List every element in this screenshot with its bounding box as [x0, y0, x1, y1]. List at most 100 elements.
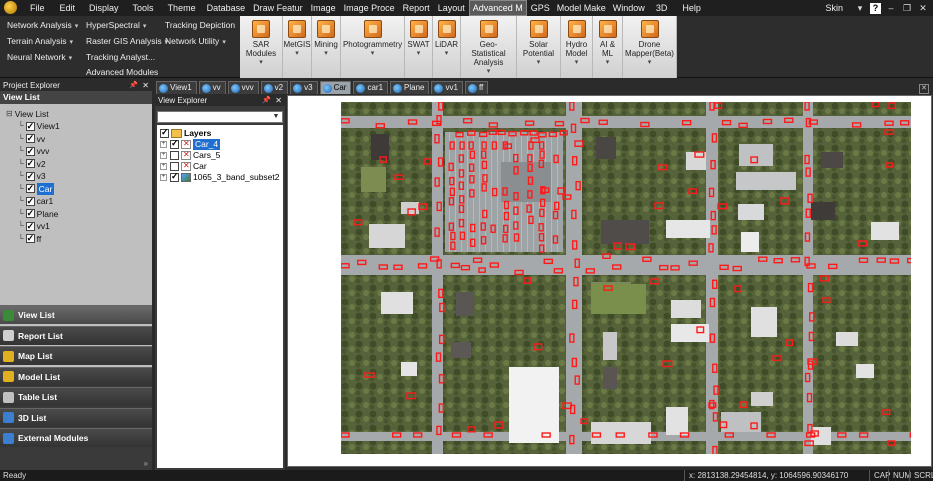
- menu-item-10[interactable]: Layout: [434, 0, 469, 16]
- close-panel-icon[interactable]: ✕: [275, 95, 282, 106]
- menu-item-7[interactable]: Image: [307, 0, 340, 16]
- layer-checkbox[interactable]: [170, 151, 179, 160]
- close-panel-icon[interactable]: ✕: [142, 80, 149, 91]
- expand-icon[interactable]: +: [160, 163, 167, 170]
- ribbon-tool-7[interactable]: Solar Potential ▾: [517, 16, 561, 78]
- ribbon-command-7[interactable]: Tracking Analyst...: [86, 52, 155, 62]
- view-tab[interactable]: ff: [464, 81, 489, 94]
- view-list-item[interactable]: └View1: [18, 120, 60, 132]
- ribbon-tool-6[interactable]: Geo-Statistical Analysis ▾: [461, 16, 517, 78]
- layer-checkbox[interactable]: [170, 162, 179, 171]
- menu-item-6[interactable]: Draw Featur: [249, 0, 307, 16]
- view-tab[interactable]: v3: [290, 81, 318, 94]
- ribbon-tool-4[interactable]: SWAT ▾: [405, 16, 433, 78]
- menu-item-13[interactable]: Model Make: [554, 0, 609, 16]
- ribbon-command-3[interactable]: Terrain Analysis ▾: [7, 36, 73, 46]
- tree-root-view-list[interactable]: ⊟ View List: [6, 108, 49, 120]
- view-list-item[interactable]: └vvv: [18, 145, 49, 157]
- ribbon-command-4[interactable]: Raster GIS Analysis ▾: [86, 36, 168, 46]
- ribbon-command-5[interactable]: Network Utility ▾: [165, 36, 226, 46]
- ribbon-tool-9[interactable]: AI & ML ▾: [593, 16, 623, 78]
- ribbon-command-8[interactable]: Advanced Modules: [86, 67, 158, 77]
- view-list-item[interactable]: └vv: [18, 132, 45, 145]
- expand-icon[interactable]: +: [160, 174, 167, 181]
- view-list-item[interactable]: └ff: [18, 232, 41, 245]
- menu-item-11[interactable]: Advanced M: [468, 0, 527, 16]
- view-tab[interactable]: Plane: [390, 81, 430, 94]
- menu-item-3[interactable]: Tools: [126, 0, 161, 16]
- ribbon-tool-10[interactable]: Drone Mapper(Beta) ▾: [623, 16, 677, 78]
- menu-item-4[interactable]: Theme: [161, 0, 203, 16]
- view-checkbox[interactable]: [25, 220, 35, 232]
- menu-item-16[interactable]: Help: [674, 0, 709, 16]
- map-canvas[interactable]: [341, 102, 911, 454]
- ribbon-command-1[interactable]: HyperSpectral ▾: [86, 20, 146, 30]
- pin-icon[interactable]: 📌: [129, 80, 138, 91]
- view-checkbox[interactable]: [25, 195, 35, 207]
- chevron-down-icon[interactable]: ▼: [271, 112, 281, 122]
- view-list-item[interactable]: └car1: [18, 195, 53, 207]
- list-button-4[interactable]: Table List: [0, 387, 152, 406]
- view-list-item[interactable]: └v3: [18, 170, 46, 182]
- view-checkbox[interactable]: [25, 132, 35, 144]
- minimize-icon[interactable]: –: [885, 2, 897, 14]
- menu-item-2[interactable]: Display: [82, 0, 126, 16]
- view-checkbox[interactable]: [25, 182, 35, 194]
- ribbon-command-2[interactable]: Tracking Depiction: [165, 20, 235, 30]
- expand-panel-icon[interactable]: »: [144, 459, 148, 468]
- list-button-1[interactable]: Report List: [0, 325, 152, 345]
- menu-item-5[interactable]: Database: [203, 0, 250, 16]
- pin-icon[interactable]: 📌: [262, 95, 271, 106]
- menu-item-14[interactable]: Window: [609, 0, 649, 16]
- view-tab[interactable]: Car: [319, 81, 352, 94]
- menu-item-1[interactable]: Edit: [53, 0, 83, 16]
- view-tab[interactable]: View1: [156, 81, 197, 94]
- view-checkbox[interactable]: [25, 170, 35, 182]
- view-tab[interactable]: vvv: [227, 81, 259, 94]
- ribbon-tool-5[interactable]: LiDAR ▾: [433, 16, 461, 78]
- menu-item-0[interactable]: File: [22, 0, 53, 16]
- view-tab[interactable]: vv: [198, 81, 226, 94]
- expand-icon[interactable]: +: [160, 152, 167, 159]
- expand-icon[interactable]: +: [160, 141, 167, 148]
- close-tab-icon[interactable]: ✕: [919, 84, 929, 94]
- list-button-6[interactable]: External Modules: [0, 428, 152, 447]
- ribbon-tool-8[interactable]: Hydro Model ▾: [561, 16, 593, 78]
- view-checkbox[interactable]: [25, 207, 35, 219]
- help-icon[interactable]: ?: [870, 2, 881, 14]
- skin-dropdown-icon[interactable]: ▾: [854, 2, 866, 14]
- ribbon-tool-1[interactable]: MetGIS ▾: [283, 16, 312, 78]
- layer-item[interactable]: +1065_3_band_subset2: [160, 171, 280, 183]
- view-list-item[interactable]: └vv1: [18, 220, 50, 232]
- list-button-2[interactable]: Map List: [0, 346, 152, 365]
- view-tab[interactable]: v2: [260, 81, 289, 94]
- view-tab[interactable]: vv1: [431, 81, 463, 94]
- ribbon-tool-2[interactable]: Mining ▾: [312, 16, 341, 78]
- view-checkbox[interactable]: [25, 232, 35, 244]
- layer-checkbox[interactable]: [170, 171, 179, 182]
- menu-item-15[interactable]: 3D: [649, 0, 675, 16]
- layer-item[interactable]: +Cars_5: [160, 149, 220, 161]
- view-list-item[interactable]: └Plane: [18, 207, 58, 220]
- menu-item-8[interactable]: Image Proce: [340, 0, 399, 16]
- view-checkbox[interactable]: [25, 157, 35, 169]
- view-list-item[interactable]: └Car: [18, 182, 55, 195]
- close-icon[interactable]: ✕: [917, 2, 929, 14]
- list-button-0[interactable]: View List: [0, 305, 152, 324]
- layer-item[interactable]: +Car_4: [160, 138, 221, 150]
- ribbon-command-0[interactable]: Network Analysis ▾: [7, 20, 78, 30]
- list-button-5[interactable]: 3D List: [0, 407, 152, 427]
- list-button-3[interactable]: Model List: [0, 366, 152, 386]
- view-checkbox[interactable]: [25, 145, 35, 157]
- collapse-icon[interactable]: ⊟: [6, 108, 13, 120]
- view-explorer-combo[interactable]: ▼: [157, 111, 283, 123]
- ribbon-tool-0[interactable]: SAR Modules ▾: [240, 16, 283, 78]
- view-tab[interactable]: car1: [353, 81, 389, 94]
- restore-icon[interactable]: ❐: [901, 2, 913, 14]
- skin-menu[interactable]: Skin: [818, 0, 850, 16]
- view-list-item[interactable]: └v2: [18, 157, 46, 170]
- menu-item-9[interactable]: Report: [399, 0, 434, 16]
- menu-item-12[interactable]: GPS: [527, 0, 554, 16]
- layer-checkbox[interactable]: [170, 138, 179, 149]
- view-checkbox[interactable]: [25, 120, 35, 132]
